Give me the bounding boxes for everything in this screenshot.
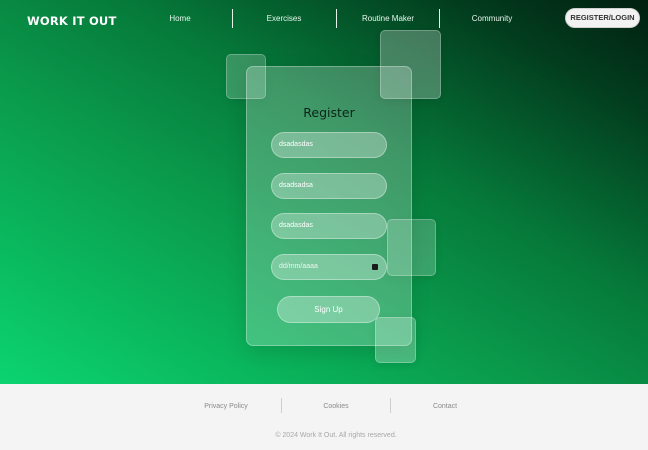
name-field[interactable]: dsadasdas — [271, 132, 387, 158]
nav-divider — [336, 9, 337, 28]
birthdate-placeholder: dd/mm/aaaa — [279, 263, 318, 270]
footer-link-cookies[interactable]: Cookies — [315, 401, 357, 413]
footer-divider — [390, 398, 391, 413]
email-field[interactable]: dsadsadsa — [271, 173, 387, 199]
footer-link-contact[interactable]: Contact — [424, 401, 466, 413]
nav-item-home[interactable]: Home — [160, 12, 200, 26]
nav-item-community[interactable]: Community — [465, 12, 519, 26]
calendar-icon[interactable] — [372, 264, 378, 270]
site-logo[interactable]: WORK IT OUT — [27, 13, 117, 29]
nav-item-exercises[interactable]: Exercises — [258, 12, 310, 26]
register-title: Register — [303, 105, 355, 120]
nav-item-routine-maker[interactable]: Routine Maker — [356, 12, 420, 26]
birthdate-field[interactable]: dd/mm/aaaa — [271, 254, 387, 280]
nav-divider — [439, 9, 440, 28]
decorative-glass-square — [375, 317, 416, 363]
footer-divider — [281, 398, 282, 413]
copyright-text: © 2024 Work It Out. All rights reserved. — [275, 432, 397, 439]
register-login-button[interactable]: REGISTER/LOGIN — [565, 8, 640, 28]
password-field[interactable]: dsadasdas — [271, 213, 387, 239]
sign-up-button[interactable]: Sign Up — [277, 296, 380, 323]
hero-section: WORK IT OUT Home Exercises Routine Maker… — [0, 0, 648, 384]
nav-divider — [232, 9, 233, 28]
decorative-glass-square — [380, 30, 441, 99]
footer-link-privacy-policy[interactable]: Privacy Policy — [196, 401, 256, 413]
